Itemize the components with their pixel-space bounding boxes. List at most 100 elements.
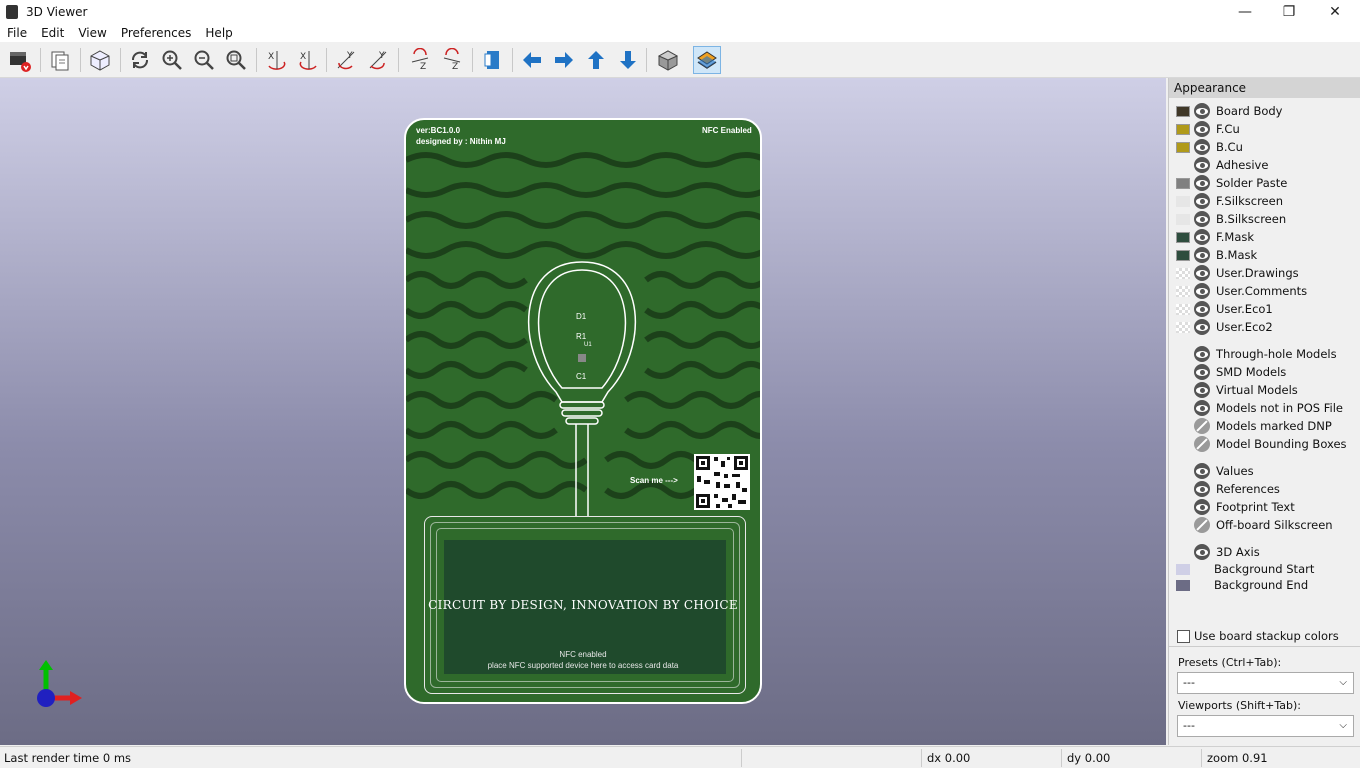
viewports-dropdown[interactable]: --- ⌵ <box>1177 715 1354 737</box>
visibility-eye-icon[interactable] <box>1194 103 1210 119</box>
color-swatch[interactable] <box>1176 105 1190 117</box>
model-row-not-in-pos[interactable]: Models not in POS File <box>1169 399 1360 417</box>
layer-row-b-cu[interactable]: B.Cu <box>1169 138 1360 156</box>
rotate-y-ccw-icon[interactable]: Y <box>364 46 392 74</box>
color-swatch[interactable] <box>1176 321 1190 333</box>
visibility-eye-icon[interactable] <box>1194 175 1210 191</box>
rotate-x-ccw-icon[interactable]: X <box>294 46 322 74</box>
menu-edit[interactable]: Edit <box>34 26 71 40</box>
visibility-hidden-icon[interactable] <box>1194 436 1210 452</box>
background-end-row[interactable]: Background End <box>1169 576 1360 594</box>
color-swatch[interactable] <box>1176 303 1190 315</box>
rotate-z-ccw-icon[interactable]: Z <box>438 46 466 74</box>
chevron-down-icon: ⌵ <box>1339 720 1347 731</box>
menu-file[interactable]: File <box>0 26 34 40</box>
rotate-x-cw-icon[interactable]: X <box>262 46 290 74</box>
layer-row-b-silkscreen[interactable]: B.Silkscreen <box>1169 210 1360 228</box>
visibility-hidden-icon[interactable] <box>1194 517 1210 533</box>
minimize-button[interactable]: — <box>1222 0 1268 24</box>
use-stackup-colors-checkbox[interactable]: Use board stackup colors <box>1177 629 1339 643</box>
visibility-eye-icon[interactable] <box>1194 265 1210 281</box>
visibility-eye-icon[interactable] <box>1194 157 1210 173</box>
color-swatch[interactable] <box>1176 177 1190 189</box>
layer-row-f-mask[interactable]: F.Mask <box>1169 228 1360 246</box>
color-swatch[interactable] <box>1176 213 1190 225</box>
layer-row-f-silkscreen[interactable]: F.Silkscreen <box>1169 192 1360 210</box>
text-row-footprint-text[interactable]: Footprint Text <box>1169 498 1360 516</box>
presets-dropdown[interactable]: --- ⌵ <box>1177 672 1354 694</box>
color-swatch[interactable] <box>1176 141 1190 153</box>
layer-row-user-eco2[interactable]: User.Eco2 <box>1169 318 1360 336</box>
ortho-view-icon[interactable] <box>654 46 682 74</box>
reload-board-icon[interactable] <box>6 46 34 74</box>
visibility-eye-icon[interactable] <box>1194 382 1210 398</box>
app-icon <box>6 5 18 19</box>
visibility-eye-icon[interactable] <box>1194 139 1210 155</box>
visibility-eye-icon[interactable] <box>1194 463 1210 479</box>
color-swatch[interactable] <box>1176 249 1190 261</box>
zoom-out-icon[interactable] <box>190 46 218 74</box>
appearance-panel: Appearance Board Body F.Cu B.Cu Adhesive… <box>1168 78 1360 745</box>
maximize-button[interactable]: ❐ <box>1266 0 1312 24</box>
visibility-eye-icon[interactable] <box>1194 121 1210 137</box>
visibility-eye-icon[interactable] <box>1194 283 1210 299</box>
layer-row-adhesive[interactable]: Adhesive <box>1169 156 1360 174</box>
layer-row-user-drawings[interactable]: User.Drawings <box>1169 264 1360 282</box>
rotate-z-cw-icon[interactable]: Z <box>406 46 434 74</box>
visibility-eye-icon[interactable] <box>1194 193 1210 209</box>
visibility-eye-icon[interactable] <box>1194 544 1210 560</box>
model-row-bounding-boxes[interactable]: Model Bounding Boxes <box>1169 435 1360 453</box>
visibility-eye-icon[interactable] <box>1194 301 1210 317</box>
visibility-eye-icon[interactable] <box>1194 247 1210 263</box>
zoom-in-icon[interactable] <box>158 46 186 74</box>
close-button[interactable]: ✕ <box>1312 0 1358 24</box>
visibility-eye-icon[interactable] <box>1194 319 1210 335</box>
pan-right-icon[interactable] <box>550 46 578 74</box>
model-row-smd[interactable]: SMD Models <box>1169 363 1360 381</box>
layers-manager-icon[interactable] <box>693 46 721 74</box>
menu-help[interactable]: Help <box>198 26 239 40</box>
copy-image-icon[interactable] <box>46 46 74 74</box>
visibility-eye-icon[interactable] <box>1194 364 1210 380</box>
visibility-hidden-icon[interactable] <box>1194 418 1210 434</box>
color-swatch[interactable] <box>1176 231 1190 243</box>
model-row-dnp[interactable]: Models marked DNP <box>1169 417 1360 435</box>
axis-row[interactable]: 3D Axis <box>1169 543 1360 561</box>
visibility-eye-icon[interactable] <box>1194 400 1210 416</box>
visibility-eye-icon[interactable] <box>1194 211 1210 227</box>
visibility-eye-icon[interactable] <box>1194 346 1210 362</box>
raytrace-icon[interactable] <box>86 46 114 74</box>
model-row-through-hole[interactable]: Through-hole Models <box>1169 345 1360 363</box>
flip-board-icon[interactable] <box>478 46 506 74</box>
pan-down-icon[interactable] <box>614 46 642 74</box>
text-row-references[interactable]: References <box>1169 480 1360 498</box>
layer-row-board-body[interactable]: Board Body <box>1169 102 1360 120</box>
visibility-eye-icon[interactable] <box>1194 229 1210 245</box>
rotate-y-cw-icon[interactable]: Y <box>332 46 360 74</box>
layer-row-f-cu[interactable]: F.Cu <box>1169 120 1360 138</box>
color-swatch[interactable] <box>1176 285 1190 297</box>
color-swatch[interactable] <box>1176 123 1190 135</box>
visibility-eye-icon[interactable] <box>1194 481 1210 497</box>
model-row-virtual[interactable]: Virtual Models <box>1169 381 1360 399</box>
visibility-eye-icon[interactable] <box>1194 499 1210 515</box>
menu-preferences[interactable]: Preferences <box>114 26 199 40</box>
3d-viewport[interactable]: ver:BC1.0.0 designed by : Nithin MJ NFC … <box>0 78 1166 745</box>
qr-code <box>694 454 750 510</box>
layer-row-user-comments[interactable]: User.Comments <box>1169 282 1360 300</box>
text-row-offboard-silkscreen[interactable]: Off-board Silkscreen <box>1169 516 1360 534</box>
pan-left-icon[interactable] <box>518 46 546 74</box>
color-swatch[interactable] <box>1176 563 1190 575</box>
color-swatch[interactable] <box>1176 579 1190 591</box>
text-row-values[interactable]: Values <box>1169 462 1360 480</box>
layer-row-b-mask[interactable]: B.Mask <box>1169 246 1360 264</box>
layer-row-user-eco1[interactable]: User.Eco1 <box>1169 300 1360 318</box>
zoom-fit-icon[interactable] <box>222 46 250 74</box>
redraw-icon[interactable] <box>126 46 154 74</box>
layer-row-solder-paste[interactable]: Solder Paste <box>1169 174 1360 192</box>
color-swatch[interactable] <box>1176 267 1190 279</box>
pan-up-icon[interactable] <box>582 46 610 74</box>
color-swatch[interactable] <box>1176 195 1190 207</box>
checkbox-box[interactable] <box>1177 629 1190 643</box>
menu-view[interactable]: View <box>71 26 113 40</box>
